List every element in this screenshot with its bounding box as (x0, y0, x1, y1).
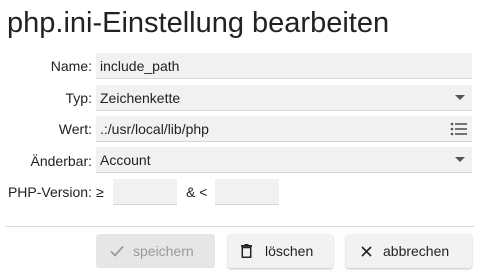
list-icon[interactable] (450, 121, 468, 137)
caret-down-icon (455, 157, 465, 162)
type-select[interactable]: Zeichenkette (96, 85, 472, 111)
php-version-label: PHP-Version: (7, 184, 92, 200)
version-min-input[interactable] (113, 179, 177, 205)
version-max-input[interactable] (215, 179, 279, 205)
type-label: Typ: (65, 90, 92, 106)
footer-divider (5, 226, 474, 227)
version-separator: & < (186, 184, 208, 200)
caret-down-icon (455, 95, 465, 100)
value-label: Wert: (58, 121, 92, 137)
name-label: Name: (50, 58, 92, 74)
edit-php-ini-dialog: php.ini-Einstellung bearbeiten Name: inc… (0, 0, 483, 280)
check-icon (110, 234, 124, 268)
name-field[interactable]: include_path (96, 53, 472, 79)
name-value: include_path (100, 58, 180, 74)
changeable-selected-value: Account (100, 152, 151, 168)
type-selected-value: Zeichenkette (100, 90, 181, 106)
save-button[interactable]: speichern (96, 234, 215, 268)
changeable-select[interactable]: Account (96, 147, 472, 173)
save-button-label: speichern (133, 243, 194, 259)
changeable-label: Änderbar: (30, 153, 92, 169)
value-field[interactable]: .:/usr/local/lib/php (96, 116, 472, 142)
cancel-button[interactable]: abbrechen (346, 234, 472, 268)
delete-button[interactable]: löschen (228, 234, 333, 268)
value-text: .:/usr/local/lib/php (100, 121, 209, 137)
trash-icon (241, 234, 252, 268)
cancel-button-label: abbrechen (383, 243, 450, 259)
close-icon (361, 234, 372, 268)
version-min-prefix: ≥ (96, 184, 104, 200)
delete-button-label: löschen (265, 243, 314, 259)
dialog-title: php.ini-Einstellung bearbeiten (7, 7, 390, 39)
